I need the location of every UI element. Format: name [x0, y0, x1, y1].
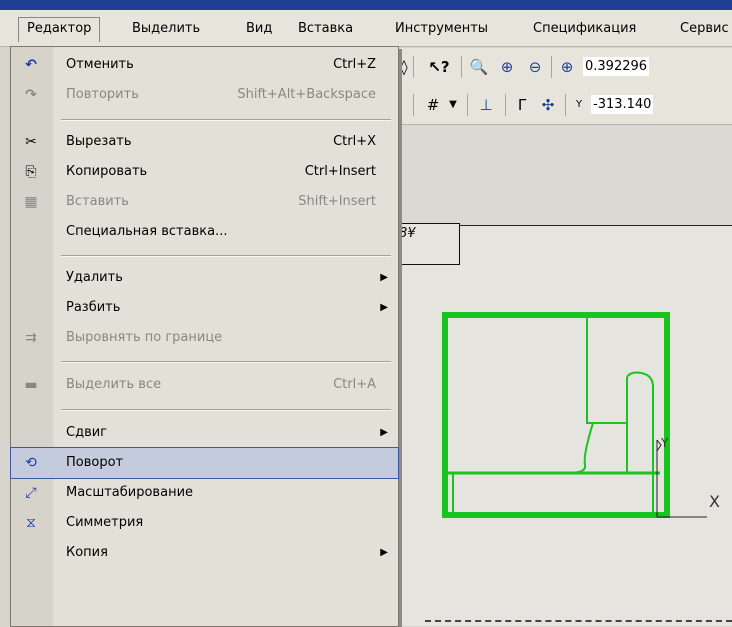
menu-item-label: Поворот: [66, 455, 124, 470]
menu-tools[interactable]: Инструменты: [387, 18, 496, 40]
submenu-arrow-icon: ▶: [380, 302, 388, 313]
menu-item-copy-transform[interactable]: Копия ▶: [11, 538, 398, 568]
upper-profile: [586, 315, 628, 424]
menu-item-label: Выровнять по границе: [66, 330, 223, 345]
menu-item-label: Отменить: [66, 57, 134, 72]
local-cs-icon[interactable]: ⊥: [473, 92, 499, 118]
menu-item-symmetry[interactable]: ⧖ Симметрия: [11, 508, 398, 538]
menu-item-align-boundary[interactable]: ⇉ Выровнять по границе: [11, 323, 398, 353]
zoom-in-icon[interactable]: ⊕: [495, 54, 519, 80]
drawing-geometry: X Y: [442, 312, 720, 518]
menu-item-paste-special[interactable]: Специальная вставка...: [11, 217, 398, 247]
menu-separator: [61, 119, 391, 121]
menu-separator: [61, 255, 391, 257]
symmetry-icon: ⧖: [26, 515, 36, 531]
menu-insert[interactable]: Вставка: [290, 18, 361, 40]
paste-icon: ▦: [24, 194, 38, 210]
toolbar-separator: [505, 94, 506, 116]
scissors-icon: ✂: [25, 134, 37, 150]
menu-service[interactable]: Сервис: [672, 18, 732, 40]
snap-icon[interactable]: ✣: [535, 92, 561, 118]
menu-item-label: Симметрия: [66, 515, 144, 530]
menu-item-label: Удалить: [66, 270, 123, 285]
menu-item-label: Копия: [66, 545, 108, 560]
menu-item-undo[interactable]: ↶ Отменить Ctrl+Z: [11, 50, 398, 80]
toolbar-view: ◊ ↖? 🔍 ⊕ ⊖ ⊕ 0.392296: [395, 48, 732, 86]
menu-item-paste[interactable]: ▦ Вставить Shift+Insert: [11, 187, 398, 217]
scale-icon: ⤢: [25, 485, 37, 501]
axis-x-label: X: [709, 492, 720, 511]
menu-view[interactable]: Вид: [238, 18, 280, 40]
redo-icon: ↷: [25, 87, 37, 103]
zoom-input[interactable]: 0.392296: [583, 57, 650, 76]
editor-dropdown-menu: ↶ Отменить Ctrl+Z ↷ Повторить Shift+Alt+…: [10, 46, 399, 627]
help-pointer-icon[interactable]: ↖?: [421, 54, 457, 80]
menu-item-label: Выделить все: [66, 377, 162, 392]
rotate-view-icon[interactable]: ◊: [397, 54, 411, 80]
menu-item-cut[interactable]: ✂ Вырезать Ctrl+X: [11, 127, 398, 157]
submenu-arrow-icon: ▶: [380, 272, 388, 283]
toolbar-separator: [565, 94, 566, 116]
submenu-arrow-icon: ▶: [380, 427, 388, 438]
menu-item-copy[interactable]: ⎘ Копировать Ctrl+Insert: [11, 157, 398, 187]
coordinate-y-input[interactable]: -313.140: [591, 95, 654, 114]
rotate-icon: ⟲: [25, 455, 37, 471]
menu-item-scale[interactable]: ⤢ Масштабирование: [11, 478, 398, 508]
toolbar-separator: [461, 56, 462, 78]
menu-editor[interactable]: Редактор: [18, 17, 101, 42]
menu-item-select-all[interactable]: ▬ Выделить все Ctrl+A: [11, 370, 398, 400]
zoom-scale-icon[interactable]: ⊕: [555, 54, 579, 80]
menu-item-shortcut: Shift+Alt+Backspace: [237, 87, 376, 102]
menu-item-shortcut: Ctrl+X: [333, 134, 376, 149]
menu-item-label: Вставить: [66, 194, 129, 209]
menu-select[interactable]: Выделить: [124, 18, 208, 40]
drawing-canvas[interactable]: 8¥ X Y: [395, 125, 732, 626]
menu-item-label: Повторить: [66, 87, 139, 102]
copy-icon: ⎘: [25, 164, 37, 180]
menu-item-delete[interactable]: Удалить ▶: [11, 263, 398, 293]
menu-item-shortcut: Ctrl+A: [333, 377, 376, 392]
curve-profile: [566, 422, 594, 474]
menu-item-shortcut: Ctrl+Z: [333, 57, 376, 72]
axis-y-label: Y: [660, 436, 669, 450]
menu-separator: [61, 361, 391, 363]
menu-item-label: Масштабирование: [66, 485, 194, 500]
toolbar-separator: [413, 94, 414, 116]
menu-separator: [61, 409, 391, 411]
submenu-arrow-icon: ▶: [380, 547, 388, 558]
menu-item-split[interactable]: Разбить ▶: [11, 293, 398, 323]
toolbar-separator: [413, 56, 414, 78]
menu-item-shortcut: Ctrl+Insert: [304, 164, 376, 179]
menu-item-label: Вырезать: [66, 134, 132, 149]
menu-item-shift[interactable]: Сдвиг ▶: [11, 418, 398, 448]
menu-item-label: Сдвиг: [66, 425, 108, 440]
window-title-strip: [0, 0, 732, 10]
toolbar-separator: [551, 56, 552, 78]
menu-item-label: Специальная вставка...: [66, 224, 228, 239]
coord-y-icon: Y: [575, 99, 583, 110]
right-profile: [626, 371, 654, 515]
menu-item-shortcut: Shift+Insert: [298, 194, 376, 209]
select-all-icon: ▬: [24, 377, 38, 393]
zoom-window-icon[interactable]: 🔍: [467, 54, 491, 80]
ortho-mode-icon[interactable]: Γ: [511, 92, 533, 118]
chevron-down-icon[interactable]: ▼: [445, 92, 461, 118]
toolbar-snap: # ▼ ⊥ Γ ✣ Y -313.140: [395, 86, 732, 125]
menu-item-label: Копировать: [66, 164, 148, 179]
outer-frame: [442, 312, 670, 518]
menu-item-rotate[interactable]: ⟲ Поворот: [10, 447, 399, 479]
undo-icon: ↶: [25, 57, 37, 73]
zoom-out-icon[interactable]: ⊖: [523, 54, 547, 80]
menu-item-redo[interactable]: ↷ Повторить Shift+Alt+Backspace: [11, 80, 398, 110]
menu-specification[interactable]: Спецификация: [525, 18, 644, 40]
toolbar-separator: [467, 94, 468, 116]
menu-item-label: Разбить: [66, 300, 121, 315]
align-boundary-icon: ⇉: [25, 330, 37, 346]
menu-bar: Редактор Выделить Вид Вставка Инструмент…: [0, 10, 732, 47]
grid-icon[interactable]: #: [421, 92, 445, 118]
sheet-border-dash: [425, 620, 732, 622]
